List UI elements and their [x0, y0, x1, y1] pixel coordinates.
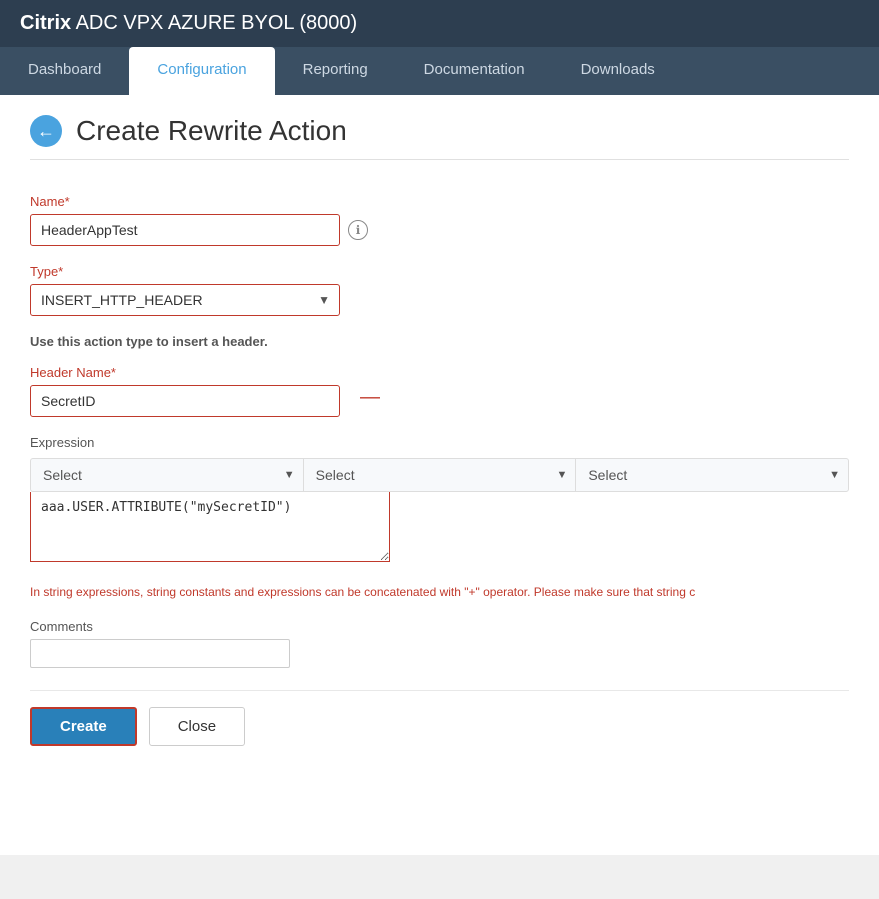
- expr-select-3[interactable]: Select: [576, 459, 848, 491]
- header-name-input[interactable]: [30, 385, 340, 417]
- comments-label: Comments: [30, 619, 849, 634]
- page-title-row: ← Create Rewrite Action: [30, 115, 849, 160]
- expression-group: Expression Select ▼ Select ▼: [30, 435, 849, 567]
- info-text: In string expressions, string constants …: [30, 585, 849, 599]
- tab-documentation[interactable]: Documentation: [396, 47, 553, 95]
- minus-button[interactable]: —: [360, 387, 380, 407]
- main-content: ← Create Rewrite Action Name* ℹ Type* IN…: [0, 95, 879, 855]
- tab-configuration[interactable]: Configuration: [129, 47, 274, 95]
- expr-select-1[interactable]: Select: [31, 459, 303, 491]
- expr-textarea-wrapper: aaa.USER.ATTRIBUTE("<span class="expr-bo…: [30, 492, 849, 567]
- header-name-row: Header Name* —: [30, 365, 849, 417]
- tab-reporting[interactable]: Reporting: [275, 47, 396, 95]
- expr-select-2[interactable]: Select: [304, 459, 576, 491]
- expr-select-wrapper-1: Select ▼: [31, 459, 304, 491]
- tab-downloads[interactable]: Downloads: [553, 47, 683, 95]
- expression-selects: Select ▼ Select ▼ Select ▼: [30, 458, 849, 492]
- type-label: Type*: [30, 264, 849, 279]
- back-button[interactable]: ←: [30, 115, 62, 147]
- type-select-wrapper: INSERT_HTTP_HEADER DELETE_HTTP_HEADER RE…: [30, 284, 340, 316]
- comments-group: Comments: [30, 619, 849, 668]
- comments-input[interactable]: [30, 639, 290, 668]
- info-icon: ℹ: [348, 220, 368, 240]
- page-title: Create Rewrite Action: [76, 115, 347, 147]
- form-section: Name* ℹ Type* INSERT_HTTP_HEADER DELETE_…: [30, 184, 849, 756]
- nav-tabs: Dashboard Configuration Reporting Docume…: [0, 47, 879, 95]
- create-button[interactable]: Create: [30, 707, 137, 746]
- name-group: Name* ℹ: [30, 194, 849, 246]
- type-select[interactable]: INSERT_HTTP_HEADER DELETE_HTTP_HEADER RE…: [30, 284, 340, 316]
- brand-name: Citrix: [20, 12, 71, 34]
- name-label: Name*: [30, 194, 849, 209]
- close-button[interactable]: Close: [149, 707, 245, 746]
- header-name-label: Header Name*: [30, 365, 340, 380]
- app-title: ADC VPX AZURE BYOL (8000): [71, 12, 357, 34]
- form-footer: Create Close: [30, 690, 849, 746]
- type-group: Type* INSERT_HTTP_HEADER DELETE_HTTP_HEA…: [30, 264, 849, 316]
- expression-textarea[interactable]: aaa.USER.ATTRIBUTE("<span class="expr-bo…: [30, 492, 390, 562]
- expression-label: Expression: [30, 435, 849, 450]
- action-description: Use this action type to insert a header.: [30, 334, 849, 349]
- header-name-left: Header Name*: [30, 365, 340, 417]
- app-header: Citrix ADC VPX AZURE BYOL (8000): [0, 0, 879, 47]
- expr-select-wrapper-3: Select ▼: [576, 459, 848, 491]
- tab-dashboard[interactable]: Dashboard: [0, 47, 129, 95]
- name-input[interactable]: [30, 214, 340, 246]
- expr-select-wrapper-2: Select ▼: [304, 459, 577, 491]
- header-name-group: Header Name* —: [30, 365, 849, 417]
